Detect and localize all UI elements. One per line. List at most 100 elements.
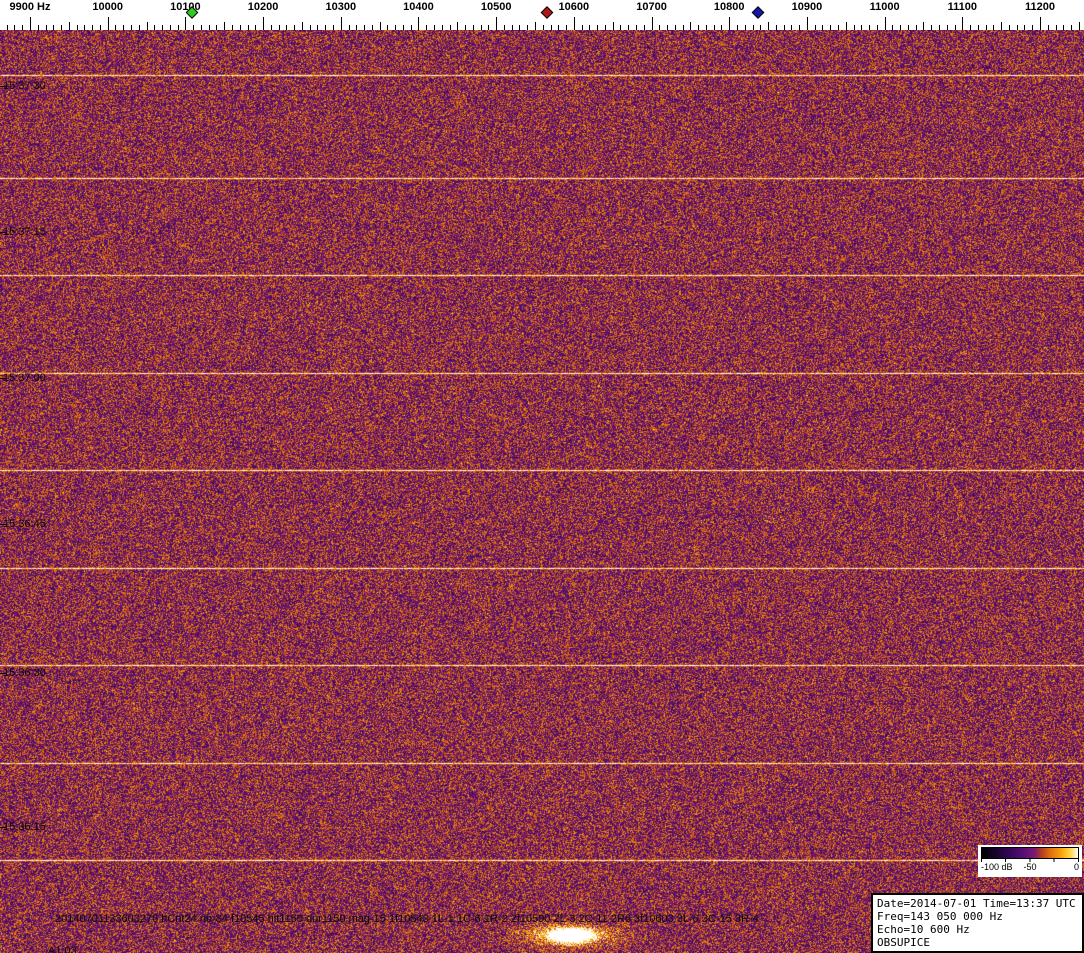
ruler-tick [348, 25, 350, 30]
ruler-frequency-label: 10500 [480, 1, 512, 13]
frequency-ruler: 9900 Hz 10000 10100 10200 10300 10400 10500 106… [0, 0, 1084, 30]
ruler-tick [154, 25, 156, 30]
ruler-tick [496, 17, 498, 30]
ruler-tick [387, 25, 389, 30]
color-scale-max-label: 0 [1073, 862, 1079, 872]
ruler-tick [379, 22, 381, 30]
ruler-tick [472, 25, 474, 30]
ruler-tick [744, 25, 746, 30]
ruler-frequency-label: 10400 [403, 1, 434, 13]
ruler-tick [1008, 25, 1010, 30]
ruler-tick [550, 25, 552, 30]
ruler-tick [612, 22, 614, 30]
ruler-tick [239, 25, 241, 30]
ruler-tick [480, 25, 482, 30]
ruler-tick [1063, 25, 1065, 30]
ruler-tick [915, 25, 917, 30]
ruler-frequency-label: 10800 [713, 1, 745, 13]
ruler-tick [1047, 25, 1049, 30]
ruler-tick [659, 25, 661, 30]
ruler-tick [534, 22, 536, 30]
ruler-tick [37, 25, 39, 30]
ruler-tick [177, 25, 179, 30]
ruler-tick [6, 25, 8, 30]
ruler-tick [1055, 25, 1057, 30]
ruler-tick [573, 17, 575, 30]
ruler-tick [1032, 25, 1034, 30]
ruler-frequency-label: 10000 [92, 1, 123, 13]
ruler-tick [76, 25, 78, 30]
ruler-tick [783, 25, 785, 30]
ruler-tick [729, 17, 731, 30]
ruler-tick [542, 25, 544, 30]
ruler-tick [356, 25, 358, 30]
observation-info-box: Date=2014-07-01 Time=13:37 UTC Freq=143 … [871, 893, 1084, 953]
ruler-tick [99, 25, 101, 30]
time-axis-label: 15:36:30 [3, 667, 46, 679]
ruler-tick [216, 25, 218, 30]
ruler-tick [752, 25, 754, 30]
ruler-tick [364, 25, 366, 30]
ruler-tick [814, 25, 816, 30]
ruler-tick [301, 22, 303, 30]
ruler-tick [270, 25, 272, 30]
ruler-frequency-label: 9900 Hz [9, 1, 51, 13]
ruler-tick [884, 17, 886, 30]
ruler-tick [799, 25, 801, 30]
color-scale-gradient [981, 847, 1079, 859]
ruler-tick [1024, 25, 1026, 30]
ruler-tick [22, 25, 24, 30]
ruler-tick [115, 25, 117, 30]
ruler-tick [247, 25, 249, 30]
ruler-tick [30, 17, 31, 30]
ruler-tick [1071, 25, 1073, 30]
ruler-tick [325, 25, 327, 30]
ruler-tick [426, 25, 428, 30]
ruler-tick [682, 25, 684, 30]
ruler-tick [1001, 22, 1003, 30]
ruler-tick [962, 17, 964, 30]
spectrogram-app: 9900 Hz 10000 10100 10200 10300 10400 10500 106… [0, 0, 1084, 953]
ruler-tick [53, 25, 55, 30]
ruler-tick [581, 25, 583, 30]
ruler-tick [278, 25, 280, 30]
ruler-tick [263, 17, 265, 30]
ruler-tick [14, 25, 16, 30]
ruler-tick [138, 25, 140, 30]
ruler-tick [923, 22, 925, 30]
ruler-tick [721, 25, 723, 30]
frequency-marker-blue[interactable] [751, 6, 765, 19]
ruler-tick [309, 25, 311, 30]
info-date-time: Date=2014-07-01 Time=13:37 UTC [877, 897, 1076, 910]
ruler-tick [395, 25, 397, 30]
ruler-tick [869, 25, 871, 30]
ruler-tick [566, 25, 568, 30]
ruler-tick [488, 25, 490, 30]
ruler-tick [130, 25, 132, 30]
color-scale-panel: -100 dB -50 0 [978, 845, 1082, 877]
ruler-tick [457, 22, 459, 30]
ruler-tick [635, 25, 637, 30]
ruler-frequency-label: 10200 [247, 1, 279, 13]
ruler-tick [92, 25, 94, 30]
ruler-frequency-label: 11100 [947, 1, 977, 13]
ruler-frequency-label: 10300 [325, 1, 357, 13]
ruler-tick [946, 25, 948, 30]
time-axis-label: 15:36:15 [3, 821, 46, 833]
ruler-tick [61, 25, 63, 30]
ruler-tick [861, 25, 863, 30]
ruler-tick [985, 25, 987, 30]
frequency-marker-red[interactable] [540, 6, 554, 19]
ruler-tick [651, 17, 653, 30]
time-axis-label: 15:37:00 [3, 372, 46, 384]
corner-label: A1:03 [48, 945, 77, 953]
spectrogram-canvas[interactable] [0, 30, 1084, 953]
ruler-tick [162, 25, 164, 30]
detection-info-text: 20140701133603276 hCnt24 nb-84 f10545 hi… [55, 913, 759, 925]
ruler-tick [876, 25, 878, 30]
ruler-tick [1016, 25, 1018, 30]
ruler-tick [892, 25, 894, 30]
color-scale-labels: -100 dB -50 0 [981, 862, 1079, 873]
ruler-tick [340, 17, 342, 30]
ruler-tick [433, 25, 435, 30]
